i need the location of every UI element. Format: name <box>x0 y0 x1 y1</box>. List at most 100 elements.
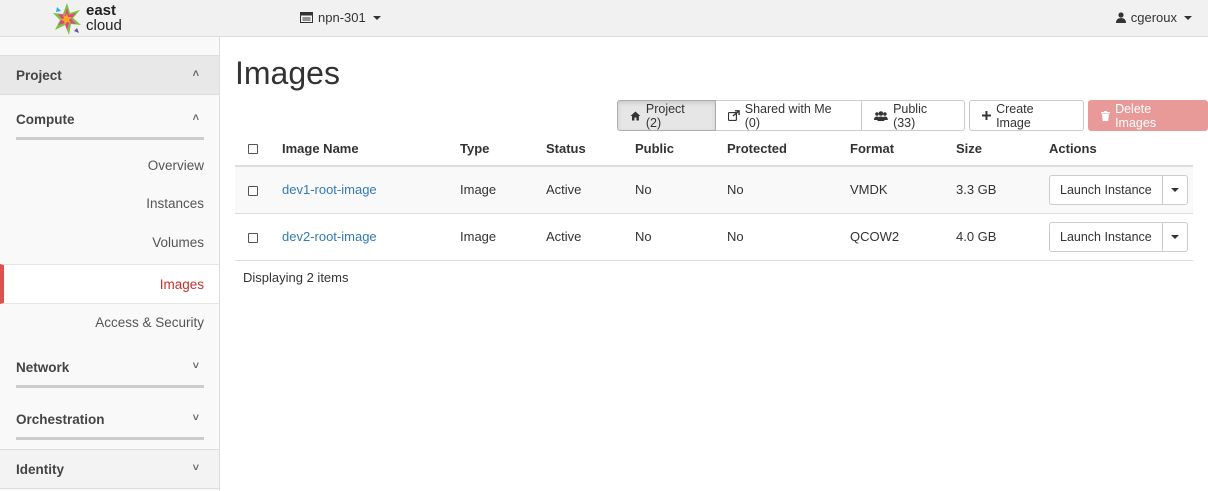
sidebar-item-label: Volumes <box>152 235 204 250</box>
logo-star-icon <box>53 3 81 35</box>
logo-line-1: east <box>86 2 117 19</box>
sidebar-group-compute[interactable]: Compute ˄ <box>0 100 219 140</box>
delete-images-label: Delete Images <box>1115 101 1157 130</box>
row-actions: Launch Instance <box>1049 174 1188 205</box>
chevron-down-icon <box>372 15 381 20</box>
row-actions-dropdown[interactable] <box>1162 174 1188 205</box>
project-list-icon <box>300 12 313 23</box>
cell-public: No <box>635 213 727 261</box>
main-content: Images Project (2) Shared with Me (0) Pu… <box>221 37 1208 491</box>
images-table: Image Name Type Status Public Protected … <box>235 131 1193 261</box>
plus-icon <box>982 111 992 120</box>
sidebar-group-orchestration[interactable]: Orchestration ˅ <box>0 400 219 440</box>
sidebar-section-identity[interactable]: Identity ˅ <box>0 449 219 489</box>
column-header-size[interactable]: Size <box>956 131 1049 167</box>
table-row: dev2-root-image Image Active No No QCOW2… <box>235 213 1193 261</box>
filter-public-button[interactable]: Public (33) <box>862 100 966 131</box>
delete-images-button[interactable]: Delete Images <box>1088 100 1208 131</box>
cell-status: Active <box>546 166 635 214</box>
cell-format: VMDK <box>850 166 956 214</box>
sidebar: Project ˄ Compute ˄ Overview Instances V… <box>0 37 220 491</box>
select-all-checkbox[interactable] <box>248 144 258 155</box>
filter-project-label: Project (2) <box>645 101 685 130</box>
chevron-down-icon: ˅ <box>192 360 199 372</box>
table-header-row: Image Name Type Status Public Protected … <box>235 131 1193 167</box>
column-header-actions: Actions <box>1049 131 1193 167</box>
sidebar-group-label: Network <box>16 360 70 375</box>
group-underline <box>16 137 204 140</box>
logo-wordmark: east cloud <box>86 3 122 33</box>
home-icon <box>630 111 641 120</box>
sidebar-item-instances[interactable]: Instances <box>0 184 219 224</box>
users-icon <box>874 110 889 121</box>
filter-shared-label: Shared with Me (0) <box>744 101 832 130</box>
logo-line-2: cloud <box>86 17 122 34</box>
sidebar-group-label: Compute <box>16 112 75 127</box>
sidebar-section-project[interactable]: Project ˄ <box>0 55 219 95</box>
image-name-link[interactable]: dev1-root-image <box>282 182 377 197</box>
filter-public-label: Public (33) <box>893 101 928 130</box>
page-title: Images <box>235 55 340 91</box>
sidebar-item-access-security[interactable]: Access & Security <box>0 303 219 343</box>
project-name: npn-301 <box>318 10 366 25</box>
row-actions: Launch Instance <box>1049 221 1188 252</box>
row-checkbox[interactable] <box>248 185 258 196</box>
column-header-image-name[interactable]: Image Name <box>282 131 460 167</box>
sidebar-item-label: Overview <box>147 158 204 173</box>
group-underline <box>16 385 204 388</box>
launch-instance-button[interactable]: Launch Instance <box>1049 174 1163 205</box>
chevron-down-icon: ˅ <box>192 462 199 474</box>
row-actions-dropdown[interactable] <box>1162 221 1188 252</box>
sidebar-item-overview[interactable]: Overview <box>0 146 219 186</box>
sidebar-item-label: Access & Security <box>95 315 204 330</box>
trash-icon <box>1101 110 1111 121</box>
create-image-label: Create Image <box>996 101 1034 130</box>
sidebar-group-network[interactable]: Network ˅ <box>0 348 219 388</box>
column-header-format[interactable]: Format <box>850 131 956 167</box>
sidebar-item-label: Instances <box>146 196 204 211</box>
column-header-protected[interactable]: Protected <box>727 131 850 167</box>
chevron-down-icon <box>1184 15 1192 20</box>
row-checkbox[interactable] <box>248 232 258 243</box>
project-selector[interactable]: npn-301 <box>300 10 381 25</box>
column-header-type[interactable]: Type <box>460 131 546 167</box>
sidebar-section-label: Project <box>16 68 62 83</box>
cell-size: 3.3 GB <box>956 166 1049 214</box>
filter-shared-button[interactable]: Shared with Me (0) <box>715 100 863 131</box>
east-cloud-logo[interactable]: east cloud <box>52 2 142 36</box>
cell-format: QCOW2 <box>850 213 956 261</box>
cell-type: Image <box>460 213 546 261</box>
cell-type: Image <box>460 166 546 214</box>
cell-protected: No <box>727 166 850 214</box>
chevron-up-icon: ˄ <box>192 112 199 124</box>
image-filter-group: Project (2) Shared with Me (0) Public (3… <box>617 100 966 131</box>
cell-public: No <box>635 166 727 214</box>
cell-protected: No <box>727 213 850 261</box>
chevron-down-icon <box>1170 187 1179 192</box>
sidebar-group-label: Orchestration <box>16 412 105 427</box>
table-toolbar: Project (2) Shared with Me (0) Public (3… <box>617 100 1208 131</box>
column-header-public[interactable]: Public <box>635 131 727 167</box>
share-icon <box>727 110 740 121</box>
filter-project-button[interactable]: Project (2) <box>617 100 716 131</box>
cell-status: Active <box>546 213 635 261</box>
sidebar-item-images[interactable]: Images <box>0 264 219 304</box>
create-image-button[interactable]: Create Image <box>969 100 1085 131</box>
sidebar-section-label: Identity <box>16 462 65 477</box>
table-row: dev1-root-image Image Active No No VMDK … <box>235 166 1193 214</box>
image-name-link[interactable]: dev2-root-image <box>282 229 377 244</box>
sidebar-item-volumes[interactable]: Volumes <box>0 223 219 263</box>
cell-size: 4.0 GB <box>956 213 1049 261</box>
top-navbar: east cloud npn-301 cgeroux <box>0 0 1208 37</box>
user-menu[interactable]: cgeroux <box>1115 10 1192 25</box>
sidebar-item-label: Images <box>159 277 204 292</box>
chevron-up-icon: ˄ <box>192 68 199 80</box>
username: cgeroux <box>1130 10 1177 25</box>
chevron-down-icon: ˅ <box>192 412 199 424</box>
item-count: Displaying 2 items <box>243 270 349 285</box>
group-underline <box>16 437 204 440</box>
column-header-status[interactable]: Status <box>546 131 635 167</box>
chevron-down-icon <box>1170 234 1179 239</box>
user-icon <box>1115 12 1126 23</box>
launch-instance-button[interactable]: Launch Instance <box>1049 221 1163 252</box>
